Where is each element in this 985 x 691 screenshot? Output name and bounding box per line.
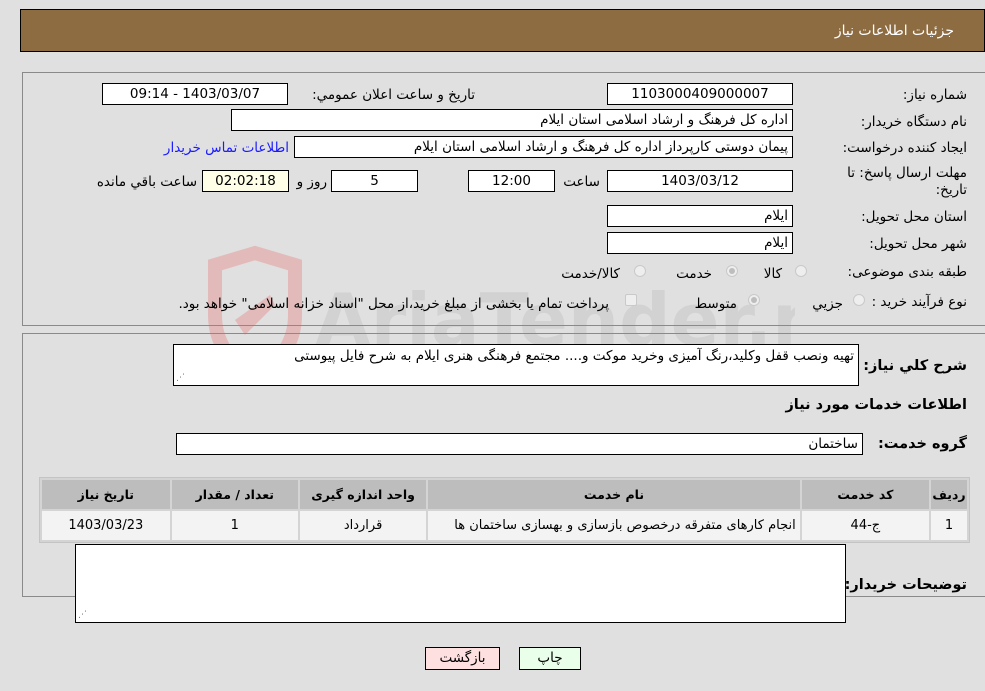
time-remaining-label: ساعت باقي مانده [96, 174, 197, 190]
col-header-service-name: نام خدمت [428, 480, 800, 509]
need-number-label: شماره نیاز: [902, 87, 967, 103]
buyer-notes-label: توضيحات خريدار: [844, 577, 967, 593]
col-header-need-date: تاریخ نیاز [42, 480, 170, 509]
category-radio-goods-service[interactable] [634, 265, 646, 277]
col-header-quantity: تعداد / مقدار [171, 480, 298, 509]
page-header: جزئیات اطلاعات نیاز [20, 9, 985, 52]
announce-datetime-field[interactable]: 1403/03/07 - 09:14 [102, 83, 288, 105]
category-radio-goods[interactable] [795, 265, 807, 277]
category-label: طبقه بندی موضوعی: [847, 264, 967, 280]
table-row: 1 ج-44 انجام کارهای متفرقه درخصوص بازساز… [42, 511, 967, 540]
deadline-label-line2: تاریخ: [935, 182, 967, 198]
deadline-label: مهلت ارسال پاسخ: تا [847, 165, 967, 181]
need-number-field[interactable]: 1103000409000007 [607, 83, 793, 105]
services-table: رديف کد خدمت نام خدمت واحد اندازه گیری ت… [39, 477, 970, 543]
col-header-unit: واحد اندازه گیری [299, 480, 427, 509]
col-header-row-number: رديف [931, 480, 967, 509]
category-option-service: خدمت [676, 266, 712, 282]
deadline-date-field[interactable]: 1403/03/12 [607, 170, 793, 192]
requester-field[interactable]: پیمان دوستی کارپرداز اداره کل فرهنگ و ار… [294, 136, 793, 158]
buyer-contact-link[interactable]: اطلاعات تماس خریدار [164, 140, 289, 156]
days-label: روز و [296, 174, 327, 190]
delivery-province-field[interactable]: ایلام [607, 205, 793, 227]
treasury-checkbox[interactable] [625, 294, 637, 306]
cell-service-name: انجام کارهای متفرقه درخصوص بازسازی و بهس… [428, 511, 800, 540]
category-option-goods-service: کالا/خدمت [561, 266, 620, 282]
description-textarea[interactable]: تهیه ونصب قفل وکلید،رنگ آمیزی وخرید موکت… [173, 344, 859, 386]
delivery-city-label: شهر محل تحویل: [869, 236, 967, 252]
back-button[interactable]: بازگشت [425, 647, 500, 670]
purchase-option-minor: جزيي [812, 296, 843, 312]
print-button[interactable]: چاپ [519, 647, 581, 670]
buyer-org-field[interactable]: اداره کل فرهنگ و ارشاد اسلامی استان ایلا… [231, 109, 793, 131]
category-radio-service[interactable] [726, 265, 738, 277]
announce-datetime-label: تاریخ و ساعت اعلان عمومي: [312, 87, 475, 103]
requester-label: ایجاد کننده درخواست: [842, 140, 967, 156]
time-remaining-field: 02:02:18 [202, 170, 289, 192]
cell-unit: قرارداد [299, 511, 427, 540]
purchase-radio-medium[interactable] [748, 294, 760, 306]
delivery-city-field[interactable]: ایلام [607, 232, 793, 254]
purchase-type-label: نوع فرآیند خرید : [871, 294, 967, 310]
buyer-org-label: نام دستگاه خريدار: [860, 114, 967, 130]
deadline-time-label: ساعت [563, 174, 600, 190]
purchase-option-medium: متوسط [694, 296, 737, 312]
buyer-notes-textarea[interactable]: ⋱ [75, 544, 846, 623]
services-heading: اطلاعات خدمات مورد نياز [785, 397, 967, 413]
description-text: تهیه ونصب قفل وکلید،رنگ آمیزی وخرید موکت… [294, 348, 854, 364]
days-remaining-field[interactable]: 5 [331, 170, 418, 192]
resize-grip-icon[interactable]: ⋱ [78, 611, 87, 620]
service-group-label: گروه خدمت: [877, 436, 967, 452]
col-header-service-code: کد خدمت [801, 480, 930, 509]
cell-need-date: 1403/03/23 [42, 511, 170, 540]
deadline-time-field[interactable]: 12:00 [468, 170, 555, 192]
table-header-row: رديف کد خدمت نام خدمت واحد اندازه گیری ت… [42, 480, 967, 509]
cell-quantity: 1 [171, 511, 298, 540]
purchase-radio-minor[interactable] [853, 294, 865, 306]
description-label: شرح كلي نياز: [863, 358, 967, 374]
service-group-field[interactable]: ساختمان [176, 433, 863, 455]
category-option-goods: کالا [763, 266, 782, 282]
cell-service-code: ج-44 [801, 511, 930, 540]
delivery-province-label: استان محل تحویل: [861, 209, 967, 225]
resize-grip-icon[interactable]: ⋱ [176, 374, 185, 383]
treasury-checkbox-label: پرداخت تمام یا بخشی از مبلغ خرید،از محل … [178, 296, 609, 312]
page-title: جزئیات اطلاعات نیاز [834, 23, 954, 39]
cell-row-number: 1 [931, 511, 967, 540]
